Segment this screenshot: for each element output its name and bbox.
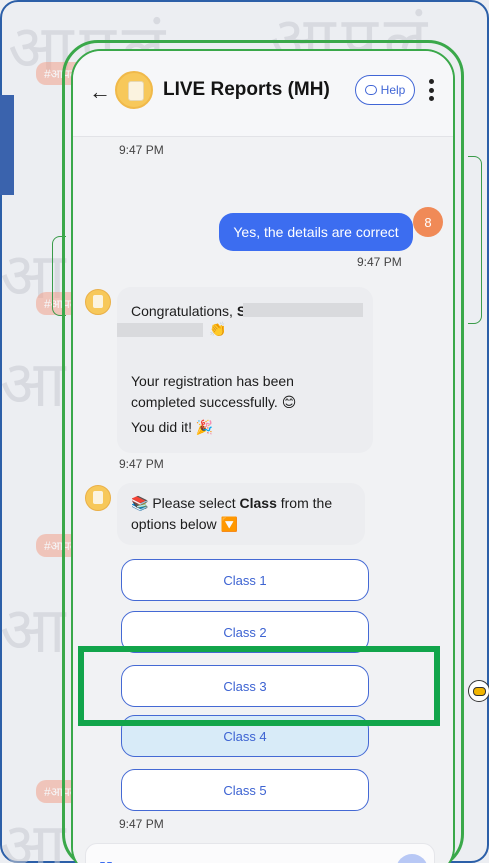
user-avatar: 8	[413, 207, 443, 237]
bot-mini-avatar	[85, 485, 111, 511]
phone-frame: ← LIVE Reports (MH) Help 9:47 PM Yes, th…	[62, 40, 464, 863]
chat-bubble-icon	[364, 85, 377, 95]
clap-emoji: 👏	[209, 321, 227, 337]
class-prompt-text: 📚 Please select Class from the options b…	[131, 495, 333, 532]
timestamp: 9:47 PM	[357, 255, 402, 269]
back-arrow-icon[interactable]: ←	[89, 79, 111, 105]
party-emoji: 🎉	[195, 419, 214, 435]
right-bracket	[468, 156, 482, 324]
bot-avatar	[115, 71, 153, 109]
bot-message-bubble: Congratulations, SH 👏 Your registration …	[117, 287, 373, 453]
page-title: LIVE Reports (MH)	[163, 79, 330, 100]
class-option-button[interactable]: Class 5	[121, 769, 369, 811]
timestamp: 9:47 PM	[119, 817, 164, 831]
user-message-bubble: Yes, the details are correct	[219, 213, 413, 251]
toggle-icon[interactable]	[468, 680, 489, 702]
message-input-bar	[85, 843, 435, 863]
selection-highlight-box	[78, 646, 440, 726]
books-icon: 📚	[131, 495, 149, 511]
mic-button[interactable]	[396, 854, 428, 863]
help-label: Help	[380, 83, 406, 97]
bot-mini-avatar	[85, 289, 111, 315]
kebab-menu-icon[interactable]	[429, 79, 435, 101]
down-arrow-icon: 🔽	[220, 516, 238, 532]
redacted-text	[243, 303, 363, 317]
phone-screen: ← LIVE Reports (MH) Help 9:47 PM Yes, th…	[71, 49, 455, 863]
chat-area: 9:47 PM Yes, the details are correct 8 9…	[73, 137, 453, 863]
message-input[interactable]	[130, 858, 350, 863]
help-button[interactable]: Help	[355, 75, 415, 105]
blue-side-tab	[0, 95, 14, 195]
class-option-button[interactable]: Class 1	[121, 559, 369, 601]
congrats-line: Congratulations, SH	[131, 303, 256, 319]
smile-emoji: 😊	[281, 394, 297, 410]
timestamp: 9:47 PM	[119, 143, 164, 157]
registration-text: Your registration has been completed suc…	[131, 373, 297, 410]
did-it-text: You did it! 🎉	[131, 419, 214, 435]
bot-message-bubble: 📚 Please select Class from the options b…	[117, 483, 365, 545]
chat-header: ← LIVE Reports (MH) Help	[73, 51, 453, 137]
redacted-text	[117, 323, 203, 337]
timestamp: 9:47 PM	[119, 457, 164, 471]
